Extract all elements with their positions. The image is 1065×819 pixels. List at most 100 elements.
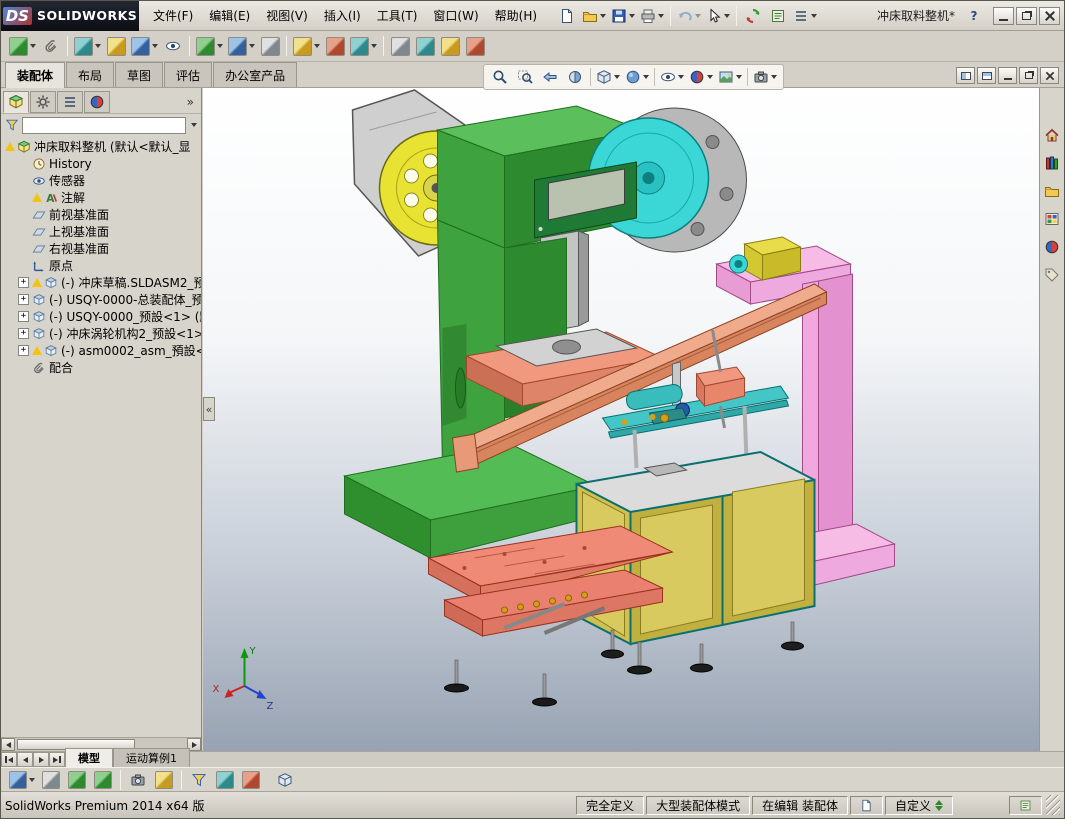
mate-icon[interactable] bbox=[39, 34, 63, 58]
tab-scroll-first-icon[interactable] bbox=[1, 752, 17, 767]
pane-split-horizontal-icon[interactable] bbox=[956, 67, 975, 84]
zoom-to-fit-icon[interactable] bbox=[488, 65, 512, 89]
filter-funnel-icon[interactable] bbox=[5, 118, 19, 132]
displaymanager-tab[interactable] bbox=[84, 90, 110, 113]
edit-appearance-icon[interactable] bbox=[687, 65, 715, 89]
tree-item-history[interactable]: History bbox=[1, 155, 201, 172]
tree-item-component[interactable]: + (-) 冲床草稿.SLDASM2_预 bbox=[1, 274, 201, 291]
tree-item-right-plane[interactable]: 右视基准面 bbox=[1, 240, 201, 257]
tab-office-products[interactable]: 办公室产品 bbox=[213, 62, 298, 87]
clearance-verification-icon[interactable] bbox=[413, 34, 437, 58]
menu-view[interactable]: 视图(V) bbox=[258, 7, 316, 24]
menu-insert[interactable]: 插入(I) bbox=[316, 7, 369, 24]
expand-icon[interactable]: + bbox=[18, 311, 29, 322]
tree-item-component[interactable]: + (-) USQY-0000-总装配体_预 bbox=[1, 291, 201, 308]
filter-results-icon[interactable] bbox=[239, 768, 263, 792]
custom-status[interactable]: 自定义 bbox=[884, 795, 953, 815]
tab-evaluate[interactable]: 评估 bbox=[164, 62, 213, 87]
minimize-button[interactable] bbox=[993, 6, 1014, 25]
view-orientation-icon[interactable] bbox=[594, 65, 622, 89]
tree-item-mates[interactable]: 配合 bbox=[1, 359, 201, 376]
configurationmanager-tab[interactable] bbox=[57, 90, 83, 113]
pane-split-vertical-icon[interactable] bbox=[977, 67, 996, 84]
interference-detection-icon[interactable] bbox=[388, 34, 412, 58]
tab-assembly[interactable]: 装配体 bbox=[5, 62, 66, 88]
tree-item-component[interactable]: + (-) USQY-0000_预設<1> (默 bbox=[1, 308, 201, 325]
restore-button[interactable] bbox=[1016, 6, 1037, 25]
hole-alignment-icon[interactable] bbox=[438, 34, 462, 58]
linear-component-pattern-icon[interactable] bbox=[72, 34, 103, 58]
isolate-components-icon[interactable] bbox=[463, 34, 487, 58]
tree-item-component[interactable]: + (-) asm0002_asm_預設<1 bbox=[1, 342, 201, 359]
status-edit-cell[interactable] bbox=[1009, 795, 1042, 815]
graphics-area[interactable]: X Y Z bbox=[203, 88, 1041, 753]
menu-tools[interactable]: 工具(T) bbox=[369, 7, 426, 24]
new-motion-study-icon[interactable] bbox=[258, 34, 282, 58]
featuremanager-tab[interactable] bbox=[3, 90, 29, 113]
tree-item-top-plane[interactable]: 上视基准面 bbox=[1, 223, 201, 240]
tree-item-origin[interactable]: 原点 bbox=[1, 257, 201, 274]
doc-close-icon[interactable] bbox=[1040, 67, 1059, 84]
doc-restore-icon[interactable] bbox=[1019, 67, 1038, 84]
tree-item-root[interactable]: 冲床取料整机 (默认<默认_显 bbox=[1, 138, 201, 155]
play-controls-icon[interactable] bbox=[91, 768, 115, 792]
motionmanager-cube-icon[interactable] bbox=[273, 768, 297, 792]
open-document-icon[interactable] bbox=[580, 4, 608, 28]
help-icon[interactable]: ? bbox=[965, 7, 983, 25]
play-from-start-icon[interactable] bbox=[65, 768, 89, 792]
expand-icon[interactable]: + bbox=[18, 345, 29, 356]
assembly-features-icon[interactable] bbox=[194, 34, 225, 58]
menu-window[interactable]: 窗口(W) bbox=[425, 7, 486, 24]
options-list-icon[interactable] bbox=[791, 4, 819, 28]
tab-layout[interactable]: 布局 bbox=[66, 62, 115, 87]
large-assembly-mode-status[interactable]: 大型装配体模式 bbox=[646, 795, 751, 815]
scroll-left-icon[interactable] bbox=[1, 738, 15, 751]
motion-study-type-icon[interactable] bbox=[7, 768, 37, 792]
filter-driving-icon[interactable] bbox=[213, 768, 237, 792]
solidworks-resources-icon[interactable] bbox=[1041, 124, 1063, 146]
expand-icon[interactable]: + bbox=[18, 277, 29, 288]
menu-help[interactable]: 帮助(H) bbox=[487, 7, 545, 24]
view-settings-icon[interactable] bbox=[751, 65, 779, 89]
propertymanager-tab[interactable] bbox=[30, 90, 56, 113]
exploded-view-icon[interactable] bbox=[323, 34, 347, 58]
filter-animated-icon[interactable] bbox=[187, 768, 211, 792]
tab-scroll-left-icon[interactable] bbox=[17, 752, 33, 767]
tab-scroll-last-icon[interactable] bbox=[49, 752, 65, 767]
resize-grip[interactable] bbox=[1046, 795, 1060, 815]
appearances-icon[interactable] bbox=[1041, 236, 1063, 258]
filter-input[interactable] bbox=[22, 116, 186, 134]
undo-icon[interactable] bbox=[675, 4, 703, 28]
tab-sketch[interactable]: 草图 bbox=[115, 62, 164, 87]
design-library-icon[interactable] bbox=[1041, 152, 1063, 174]
status-sheet-cell[interactable] bbox=[849, 795, 883, 815]
tab-model[interactable]: 模型 bbox=[65, 748, 113, 767]
move-component-icon[interactable] bbox=[129, 34, 160, 58]
custom-properties-icon[interactable] bbox=[1041, 264, 1063, 286]
smart-fasteners-icon[interactable] bbox=[104, 34, 128, 58]
save-document-icon[interactable] bbox=[609, 4, 637, 28]
expand-icon[interactable]: + bbox=[18, 328, 29, 339]
tab-motion-study-1[interactable]: 运动算例1 bbox=[113, 748, 190, 767]
print-document-icon[interactable] bbox=[638, 4, 666, 28]
panel-collapse-handle[interactable]: « bbox=[203, 397, 215, 421]
new-document-icon[interactable] bbox=[555, 4, 579, 28]
explode-line-sketch-icon[interactable] bbox=[348, 34, 379, 58]
file-properties-icon[interactable] bbox=[766, 4, 790, 28]
tree-item-sensors[interactable]: 传感器 bbox=[1, 172, 201, 189]
reference-geometry-icon[interactable] bbox=[226, 34, 257, 58]
view-palette-icon[interactable] bbox=[1041, 208, 1063, 230]
insert-components-icon[interactable] bbox=[7, 34, 38, 58]
calculate-icon[interactable] bbox=[39, 768, 63, 792]
tree-item-annotations[interactable]: 注解 bbox=[1, 189, 201, 206]
menu-file[interactable]: 文件(F) bbox=[145, 7, 201, 24]
apply-scene-icon[interactable] bbox=[716, 65, 744, 89]
expand-icon[interactable]: + bbox=[18, 294, 29, 305]
filter-dropdown-icon[interactable] bbox=[191, 123, 197, 127]
rebuild-icon[interactable] bbox=[741, 4, 765, 28]
select-arrow-icon[interactable] bbox=[704, 4, 732, 28]
tab-scroll-right-icon[interactable] bbox=[33, 752, 49, 767]
tree-item-front-plane[interactable]: 前视基准面 bbox=[1, 206, 201, 223]
doc-minimize-icon[interactable] bbox=[998, 67, 1017, 84]
panel-tabs-overflow[interactable]: » bbox=[182, 95, 199, 109]
